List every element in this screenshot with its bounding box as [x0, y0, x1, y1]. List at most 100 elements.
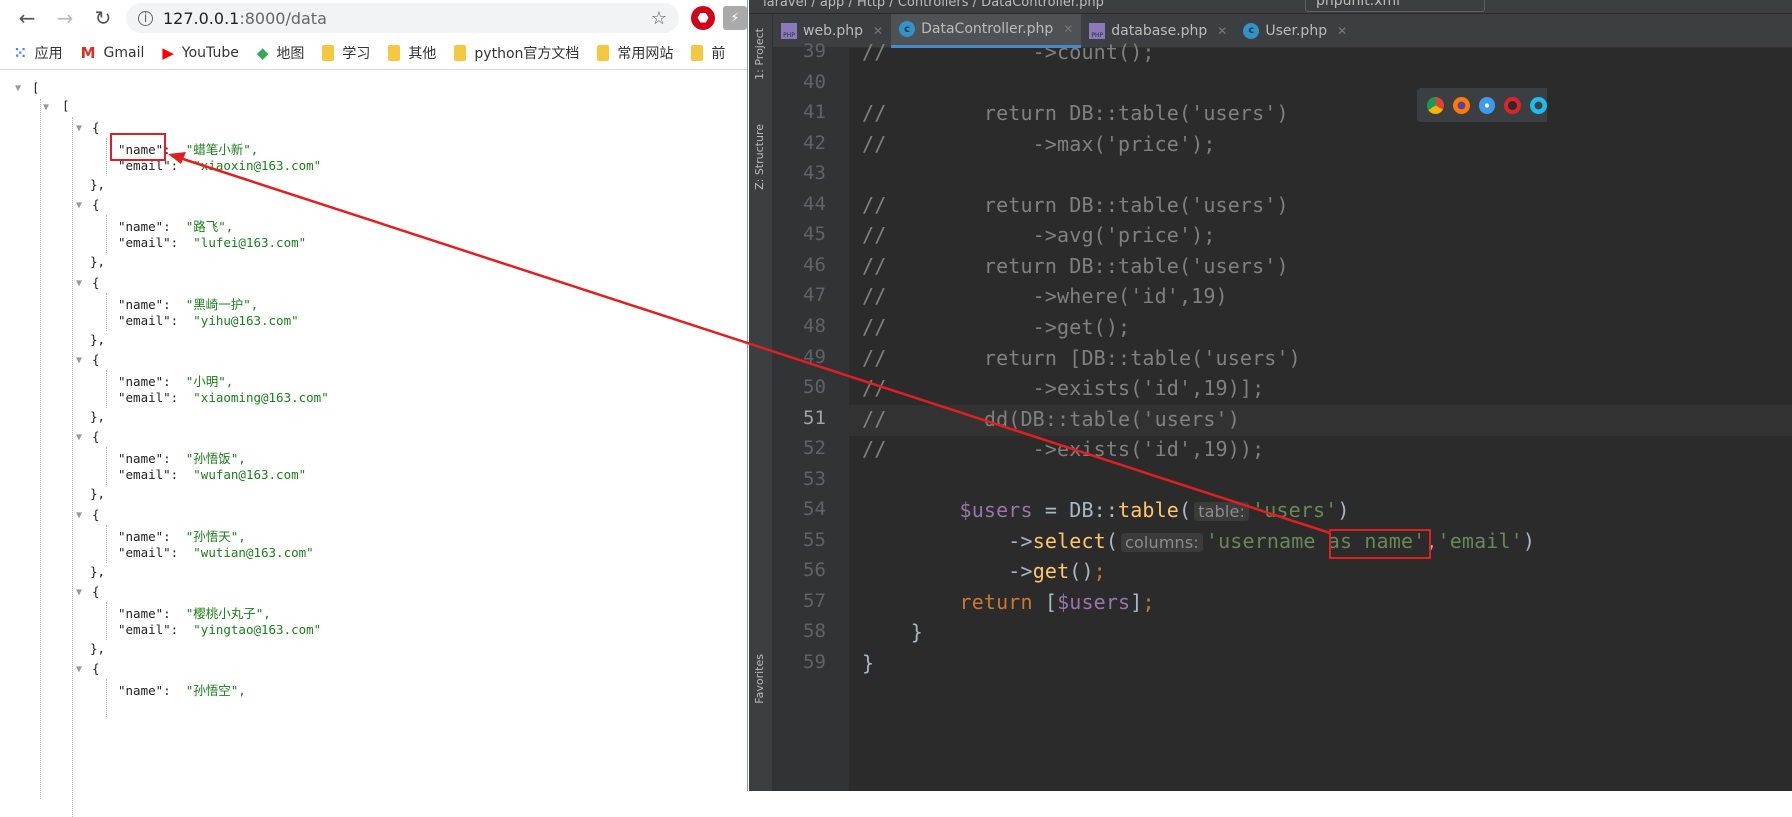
- line-number: 50: [803, 376, 826, 399]
- collapse-triangle-icon[interactable]: ▼: [76, 510, 82, 521]
- collapse-triangle-icon[interactable]: ▼: [76, 278, 82, 289]
- run-configuration-select[interactable]: phpunit.xml: [1305, 0, 1485, 12]
- bookmark-star-icon[interactable]: ☆: [651, 8, 667, 29]
- bookmark-item[interactable]: 常用网站: [597, 43, 673, 63]
- opera-icon[interactable]: [1504, 96, 1522, 114]
- line-number: 41: [803, 101, 826, 124]
- code-token: }: [862, 651, 875, 675]
- extension-icon[interactable]: ⚡: [723, 6, 747, 30]
- close-tab-icon[interactable]: ✕: [1217, 24, 1227, 38]
- bookmark-item[interactable]: ▶ YouTube: [162, 44, 238, 62]
- object-close-brace: },: [90, 254, 106, 270]
- json-email-row: "email": "xiaoxin@163.com": [118, 158, 322, 173]
- array-open-bracket: [: [32, 80, 40, 95]
- bookmark-item[interactable]: python官方文档: [454, 43, 579, 63]
- indent-guide: [106, 524, 107, 563]
- code-line: }: [862, 651, 874, 675]
- json-name-row: "name": "樱桃小丸子",: [118, 605, 271, 621]
- collapse-triangle-icon[interactable]: ▼: [76, 123, 82, 134]
- info-icon[interactable]: i: [138, 10, 153, 26]
- code-token: $users: [1057, 589, 1131, 614]
- indent-guide: [106, 292, 107, 331]
- line-number: 43: [803, 162, 826, 185]
- code-line: // ->where('id',19): [862, 284, 1228, 308]
- collapse-triangle-icon[interactable]: ▼: [15, 83, 21, 94]
- code-line: ->get();: [862, 559, 1106, 583]
- project-tool-button[interactable]: 1: Project: [753, 28, 766, 80]
- favorites-tool-button[interactable]: Favorites: [753, 654, 766, 704]
- back-icon[interactable]: ←: [12, 6, 42, 30]
- collapse-triangle-icon[interactable]: ▼: [76, 664, 82, 675]
- class-icon: c: [1243, 22, 1260, 39]
- parameter-hint: columns:: [1121, 532, 1203, 552]
- url-host: 127.0.0.1: [163, 8, 240, 28]
- bookmark-item[interactable]: 其他: [388, 43, 436, 63]
- close-tab-icon[interactable]: ✕: [873, 24, 883, 38]
- editor-tab[interactable]: c User.php ✕: [1235, 14, 1355, 48]
- code-token: // return [DB::table('users'): [862, 345, 1301, 370]
- reload-icon[interactable]: ↻: [88, 6, 118, 30]
- line-number: 51: [803, 406, 826, 429]
- code-editor[interactable]: // ->count();// return DB::table('users'…: [849, 40, 1792, 791]
- bookmark-label: 学习: [342, 45, 371, 62]
- line-number: 39: [803, 40, 826, 62]
- collapse-triangle-icon[interactable]: ▼: [76, 587, 82, 598]
- array-open-bracket: [: [62, 98, 70, 113]
- code-line: // return [DB::table('users'): [862, 346, 1301, 370]
- browser-window: ← → ↻ i 127.0.0.1:8000/data ☆ ⬣ ⚡ ⁙ 应用 M Gm…: [0, 0, 748, 817]
- line-number: 57: [803, 589, 826, 612]
- bookmark-item[interactable]: 学习: [322, 43, 370, 63]
- code-token: ): [1337, 498, 1350, 523]
- json-email-row: "email": "lufei@163.com": [118, 235, 307, 251]
- code-token: 'users': [1252, 498, 1338, 523]
- adblock-extension-icon[interactable]: ⬣: [691, 6, 715, 30]
- bookmark-item[interactable]: M Gmail: [81, 44, 145, 62]
- line-number: 42: [803, 131, 826, 154]
- firefox-icon[interactable]: [1452, 96, 1470, 114]
- code-token-highlighted: as name': [1327, 528, 1426, 553]
- navigation-breadcrumb[interactable]: laravel / app / Http / Controllers / Dat…: [749, 0, 1792, 13]
- bookmark-item[interactable]: ◆ 地图: [257, 43, 305, 63]
- json-email-value: "xiaoxin@163.com": [193, 158, 322, 173]
- object-close-brace: },: [90, 331, 106, 347]
- collapse-triangle-icon[interactable]: ▼: [76, 200, 82, 211]
- line-number: 58: [803, 620, 826, 643]
- address-bar[interactable]: i 127.0.0.1:8000/data ☆: [126, 3, 679, 33]
- bookmark-label: 应用: [34, 45, 63, 62]
- close-tab-icon[interactable]: ✕: [1337, 24, 1347, 38]
- indent-guide: [106, 447, 107, 486]
- bookmark-label: python官方文档: [474, 45, 580, 62]
- code-token: (: [1105, 528, 1119, 553]
- code-line: }: [862, 620, 923, 644]
- object-open-brace: {: [92, 583, 100, 599]
- folder-icon: [691, 44, 704, 61]
- code-line: // ->exists('id',19));: [862, 437, 1264, 461]
- bookmark-label: YouTube: [181, 44, 239, 61]
- json-email-value: "wutian@163.com": [193, 544, 314, 560]
- tab-label: web.php: [803, 22, 864, 39]
- forward-icon[interactable]: →: [50, 6, 80, 30]
- code-line: ->select(columns:'username as name','ema…: [862, 529, 1535, 553]
- object-open-brace: {: [92, 429, 100, 445]
- json-name-row: "name": "孙悟饭",: [118, 451, 246, 467]
- structure-tool-button[interactable]: Z: Structure: [753, 124, 766, 190]
- bookmarks-bar: ⁙ 应用 M Gmail ▶ YouTube ◆ 地图 学习 其他 python官方文档 常用网站 前: [0, 36, 747, 70]
- chrome-icon[interactable]: [1427, 96, 1444, 114]
- indent-guide: [106, 679, 107, 718]
- json-email-value: "yingtao@163.com": [193, 621, 322, 637]
- bookmark-label: 常用网站: [617, 45, 674, 62]
- json-name-value: "樱桃小丸子",: [185, 605, 271, 621]
- bookmark-item[interactable]: 前: [691, 43, 725, 63]
- code-line: $users = DB::table(table:'users'): [862, 498, 1350, 522]
- json-name-row: "name": "小明",: [118, 373, 234, 389]
- collapse-triangle-icon[interactable]: ▼: [76, 355, 82, 366]
- safari-icon[interactable]: [1478, 96, 1496, 114]
- collapse-triangle-icon[interactable]: ▼: [43, 102, 49, 113]
- php-file-icon: PHP: [781, 22, 797, 39]
- class-icon: c: [899, 21, 916, 37]
- close-tab-icon[interactable]: ✕: [1063, 22, 1073, 36]
- bookmark-item[interactable]: ⁙ 应用: [14, 43, 63, 63]
- ie-icon[interactable]: [1530, 96, 1547, 114]
- collapse-triangle-icon[interactable]: ▼: [76, 432, 82, 443]
- bookmark-label: 前: [711, 45, 726, 62]
